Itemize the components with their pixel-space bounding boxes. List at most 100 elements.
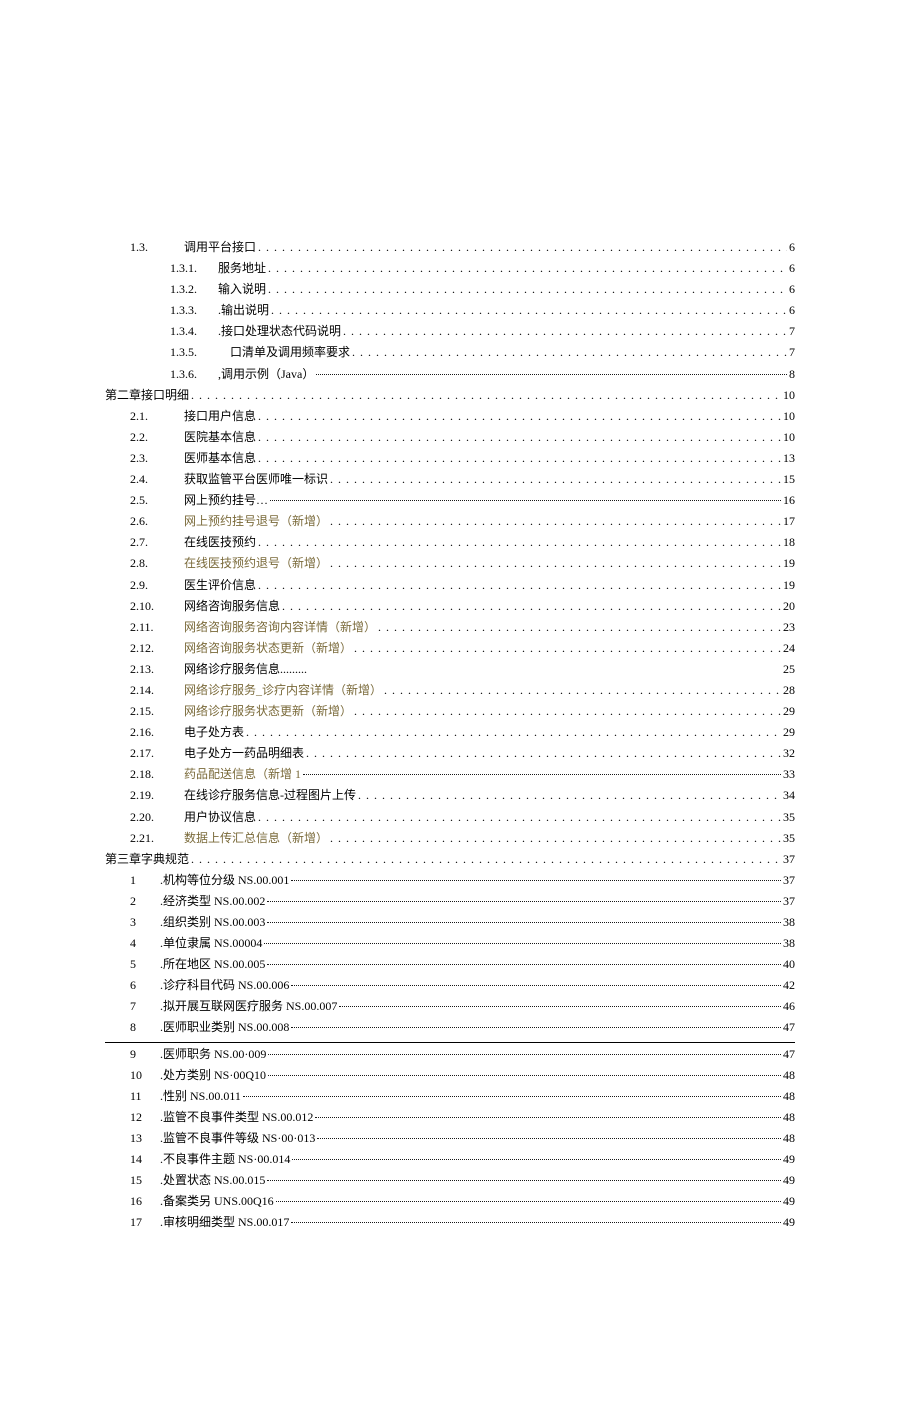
toc-entry[interactable]: 1.3.6.,调用示例（Java）8: [105, 367, 795, 383]
toc-entry[interactable]: 1.3.4..接口处理状态代码说明. . . . . . . . . . . .…: [105, 324, 795, 340]
toc-title: 接口用户信息: [184, 409, 256, 425]
toc-title: 第二章接口明细: [105, 388, 189, 404]
toc-entry[interactable]: 2.5.网上预约挂号…16: [105, 493, 795, 509]
toc-entry[interactable]: 7.拟开展互联网医疗服务 NS.00.007 46: [105, 999, 795, 1015]
toc-page-number: 25: [783, 662, 795, 678]
toc-page-number: 48: [783, 1068, 795, 1084]
toc-entry[interactable]: 11.性别 NS.00.01148: [105, 1089, 795, 1105]
toc-entry[interactable]: 2.15.网络诊疗服务状态更新（新增）. . . . . . . . . . .…: [105, 704, 795, 720]
toc-leader: . . . . . . . . . . . . . . . . . . . . …: [246, 725, 781, 741]
toc-entry[interactable]: 2.17.电子处方一药品明细表. . . . . . . . . . . . .…: [105, 746, 795, 762]
toc-leader: . . . . . . . . . . . . . . . . . . . . …: [358, 788, 781, 804]
toc-entry[interactable]: 3.组织类别 NS.00.00338: [105, 915, 795, 931]
toc-entry[interactable]: 17.审核明细类型 NS.00.01749: [105, 1215, 795, 1231]
toc-entry[interactable]: 2.21.数据上传汇总信息（新增）. . . . . . . . . . . .…: [105, 831, 795, 847]
toc-entry[interactable]: 第二章接口明细. . . . . . . . . . . . . . . . .…: [105, 388, 795, 404]
toc-page-number: 47: [783, 1047, 795, 1063]
toc-leader: . . . . . . . . . . . . . . . . . . . . …: [258, 451, 781, 467]
toc-page-number: 8: [789, 367, 795, 383]
toc-page-number: 15: [783, 472, 795, 488]
toc-entry[interactable]: 1.3.3..输出说明. . . . . . . . . . . . . . .…: [105, 303, 795, 319]
toc-entry[interactable]: 12.监管不良事件类型 NS.00.012 48: [105, 1110, 795, 1126]
toc-title: 网络诊疗服务状态更新（新增）: [184, 704, 352, 720]
toc-entry[interactable]: 1.3.调用平台接口. . . . . . . . . . . . . . . …: [105, 240, 795, 256]
toc-title: .拟开展互联网医疗服务 NS.00.007: [160, 999, 337, 1015]
toc-entry[interactable]: 2.2.医院基本信息. . . . . . . . . . . . . . . …: [105, 430, 795, 446]
toc-entry[interactable]: 2.8.在线医技预约退号（新增）. . . . . . . . . . . . …: [105, 556, 795, 572]
toc-number: 2.16.: [130, 725, 184, 741]
toc-entry[interactable]: 2.11.网络咨询服务咨询内容详情（新增）. . . . . . . . . .…: [105, 620, 795, 636]
toc-page-number: 42: [783, 978, 795, 994]
toc-page-number: 35: [783, 810, 795, 826]
toc-entry[interactable]: 2.经济类型 NS.00.00237: [105, 894, 795, 910]
toc-entry[interactable]: 2.13.网络诊疗服务信息.........25: [105, 662, 795, 678]
toc-entry[interactable]: 1.3.2.输入说明. . . . . . . . . . . . . . . …: [105, 282, 795, 298]
toc-entry[interactable]: 9.医师职务 NS.00·009 47: [105, 1047, 795, 1063]
toc-title: 口清单及调用频率要求: [218, 345, 350, 361]
toc-leader: . . . . . . . . . . . . . . . . . . . . …: [191, 852, 781, 868]
toc-entry[interactable]: 2.1.接口用户信息. . . . . . . . . . . . . . . …: [105, 409, 795, 425]
toc-page-number: 46: [783, 999, 795, 1015]
toc-title: 调用平台接口: [184, 240, 256, 256]
toc-entry[interactable]: 1.3.5. 口清单及调用频率要求 . . . . . . . . . . . …: [105, 345, 795, 361]
toc-number: 2.12.: [130, 641, 184, 657]
toc-number: 16: [130, 1194, 160, 1210]
toc-entry[interactable]: 2.14.网络诊疗服务_诊疗内容详情（新增）. . . . . . . . . …: [105, 683, 795, 699]
toc-entry[interactable]: 2.20.用户协议信息. . . . . . . . . . . . . . .…: [105, 810, 795, 826]
toc-number: 1: [130, 873, 160, 889]
toc-page-number: 10: [783, 388, 795, 404]
toc-number: 3: [130, 915, 160, 931]
toc-entry[interactable]: 4.单位隶属 NS.0000438: [105, 936, 795, 952]
toc-entry[interactable]: 2.7.在线医技预约. . . . . . . . . . . . . . . …: [105, 535, 795, 551]
toc-page-number: 35: [783, 831, 795, 847]
toc-number: 5: [130, 957, 160, 973]
toc-entry[interactable]: 8.医师职业类别 NS.00.00847: [105, 1020, 795, 1036]
toc-number: 14: [130, 1152, 160, 1168]
toc-entry[interactable]: 2.18.药品配送信息（新增 133: [105, 767, 795, 783]
toc-number: 1.3.4.: [170, 324, 218, 340]
toc-leader: . . . . . . . . . . . . . . . . . . . . …: [271, 303, 787, 319]
toc-page-number: 7: [789, 324, 795, 340]
toc-number: 4: [130, 936, 160, 952]
toc-number: 2.18.: [130, 767, 184, 783]
toc-page-number: 38: [783, 936, 795, 952]
toc-entry[interactable]: 2.19.在线诊疗服务信息-过程图片上传. . . . . . . . . . …: [105, 788, 795, 804]
toc-leader: . . . . . . . . . . . . . . . . . . . . …: [330, 556, 781, 572]
toc-page-number: 48: [783, 1131, 795, 1147]
toc-page-number: 13: [783, 451, 795, 467]
toc-leader: . . . . . . . . . . . . . . . . . . . . …: [268, 282, 787, 298]
toc-title: .诊疗科目代码 NS.00.006: [160, 978, 289, 994]
toc-leader: . . . . . . . . . . . . . . . . . . . . …: [282, 599, 781, 615]
toc-leader: [243, 1089, 781, 1105]
toc-leader: [264, 936, 781, 952]
toc-entry[interactable]: 6.诊疗科目代码 NS.00.006 42: [105, 978, 795, 994]
toc-entry[interactable]: 第三章字典规范. . . . . . . . . . . . . . . . .…: [105, 852, 795, 868]
toc-entry[interactable]: 2.10.网络咨询服务信息. . . . . . . . . . . . . .…: [105, 599, 795, 615]
toc-number: 8: [130, 1020, 160, 1036]
toc-title: .备案类另 UNS.00Q16: [160, 1194, 274, 1210]
toc-leader: [315, 1110, 781, 1126]
toc-entry[interactable]: 2.16.电子处方表. . . . . . . . . . . . . . . …: [105, 725, 795, 741]
divider: [105, 1042, 795, 1043]
toc-entry[interactable]: 1.机构等位分级 NS.00.001 37: [105, 873, 795, 889]
toc-page-number: 20: [783, 599, 795, 615]
toc-entry[interactable]: 14.不良事件主题 NS·00.01449: [105, 1152, 795, 1168]
toc-entry[interactable]: 2.9.医生评价信息. . . . . . . . . . . . . . . …: [105, 578, 795, 594]
toc-entry[interactable]: 5.所在地区 NS.00.00540: [105, 957, 795, 973]
toc-entry[interactable]: 1.3.1.服务地址. . . . . . . . . . . . . . . …: [105, 261, 795, 277]
toc-leader: [291, 873, 781, 889]
toc-entry[interactable]: 2.12.网络咨询服务状态更新（新增）. . . . . . . . . . .…: [105, 641, 795, 657]
toc-number: 2.5.: [130, 493, 184, 509]
toc-page-number: 48: [783, 1089, 795, 1105]
toc-entry[interactable]: 2.3.医师基本信息. . . . . . . . . . . . . . . …: [105, 451, 795, 467]
toc-entry[interactable]: 2.4.获取监管平台医师唯一标识. . . . . . . . . . . . …: [105, 472, 795, 488]
toc-entry[interactable]: 13.监管不良事件等级 NS·00·013 48: [105, 1131, 795, 1147]
toc-page-number: 37: [783, 852, 795, 868]
toc-title: 网上预约挂号…: [184, 493, 268, 509]
toc-number: 2.19.: [130, 788, 184, 804]
toc-leader: [267, 915, 781, 931]
toc-entry[interactable]: 16.备案类另 UNS.00Q1649: [105, 1194, 795, 1210]
toc-entry[interactable]: 2.6.网上预约挂号退号（新增）. . . . . . . . . . . . …: [105, 514, 795, 530]
toc-entry[interactable]: 15.处置状态 NS.00.01549: [105, 1173, 795, 1189]
toc-entry[interactable]: 10.处方类别 NS·00Q1048: [105, 1068, 795, 1084]
